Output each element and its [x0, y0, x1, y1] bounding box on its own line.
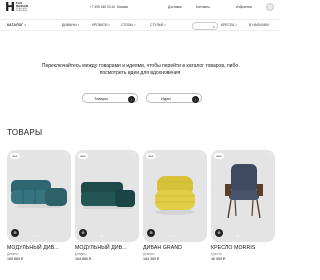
- products-toggle-button[interactable]: Товары ›: [82, 93, 138, 103]
- logo-mark: H: [5, 0, 16, 14]
- catalog-button[interactable]: КАТАЛОГ▾: [7, 23, 26, 27]
- chevron-down-icon: ▾: [108, 23, 110, 27]
- sofa-illustration: [75, 150, 139, 242]
- product-image[interactable]: new ♡ ⊕ ● ○ ○: [75, 150, 139, 242]
- carousel-dots[interactable]: ● ○ ○: [75, 234, 139, 238]
- product-name[interactable]: МОДУЛЬНЫЙ ДИВ...: [75, 245, 145, 251]
- new-badge: new: [10, 153, 20, 159]
- main-nav: КАТАЛОГ▾ ДИВАНЫ▾ КРОВАТИ▾ СТОЛЫ▾ СТУЛЬЯ▾…: [0, 19, 280, 31]
- nav-item-sofas[interactable]: ДИВАНЫ▾: [62, 23, 79, 27]
- armchair-illustration: [211, 150, 275, 242]
- sofa-illustration: [143, 150, 207, 242]
- product-card[interactable]: new ♡ ⊕ ● ○ ○ ДИВАН GRAND Диваны 184 350…: [143, 150, 207, 280]
- search-input[interactable]: ⌕: [192, 22, 218, 30]
- ideas-toggle-button[interactable]: Идеи ›: [146, 93, 202, 103]
- product-name[interactable]: КРЕСЛО MORRIS: [211, 245, 281, 251]
- product-price: 169 860 ₽: [7, 257, 24, 261]
- product-category: Диваны: [143, 252, 155, 256]
- chevron-down-icon: ▾: [24, 23, 26, 27]
- carousel-dots[interactable]: ● ○ ○: [7, 234, 71, 238]
- heart-icon[interactable]: ♡: [132, 152, 136, 158]
- product-price: 184 350 ₽: [143, 257, 160, 261]
- carousel-dots[interactable]: ● ○ ○: [143, 234, 207, 238]
- nav-item-armchairs[interactable]: КРЕСЛА▾: [221, 23, 237, 27]
- section-title: ТОВАРЫ: [7, 128, 43, 137]
- logo-text: FAS DESIGN MOBILIERE FRANCAISE: [16, 2, 28, 13]
- hero-text: Переключайтесь между товарами и идеями, …: [41, 63, 239, 76]
- product-image[interactable]: new ♡ ⊕ ● ○ ○: [7, 150, 71, 242]
- heart-icon[interactable]: ♡: [200, 152, 204, 158]
- logo-line2: MOBILIERE FRANCAISE: [16, 8, 28, 12]
- chevron-down-icon: ▾: [164, 23, 166, 27]
- nav-label: ДИВАНЫ: [62, 23, 77, 27]
- nav-label: КРОВАТИ: [92, 23, 108, 27]
- product-image[interactable]: new ♡ ⊕ ● ○ ○: [143, 150, 207, 242]
- new-badge: new: [146, 153, 156, 159]
- product-card[interactable]: new ♡ ⊕ ● ○ ○ МОДУЛЬНЫЙ ДИВ... Диваны 16…: [7, 150, 71, 280]
- catalog-label: КАТАЛОГ: [7, 23, 24, 27]
- heart-icon[interactable]: ♡: [64, 152, 68, 158]
- products-toggle-label: Товары: [94, 96, 108, 101]
- account-icon[interactable]: [266, 3, 274, 11]
- nav-label: КРЕСЛА: [221, 23, 235, 27]
- sofa-illustration: [7, 150, 71, 242]
- carousel-dots[interactable]: ● ○ ○: [211, 234, 275, 238]
- arrow-right-icon: ›: [192, 95, 199, 103]
- product-price: 46 990 ₽: [211, 257, 226, 261]
- top-bar: H FAS DESIGN MOBILIERE FRANCAISE +7 495 …: [0, 0, 280, 15]
- product-name[interactable]: МОДУЛЬНЫЙ ДИВ...: [7, 245, 77, 251]
- product-price: 164 880 ₽: [75, 257, 92, 261]
- arrow-right-icon: ›: [128, 95, 135, 103]
- nav-label: СТОЛЫ: [121, 23, 134, 27]
- product-card[interactable]: new ♡ ⊕ ● ○ ○ МОДУЛЬНЫЙ ДИВ... Диваны 16…: [75, 150, 139, 280]
- nav-item-chairs[interactable]: СТУЛЬЯ▾: [150, 23, 166, 27]
- product-name[interactable]: ДИВАН GRAND: [143, 245, 213, 251]
- product-image[interactable]: new ♡ ⊕ ● ○ ○: [211, 150, 275, 242]
- chevron-down-icon: ▾: [77, 23, 80, 27]
- nav-item-in-stock[interactable]: В НАЛИЧИИ: [249, 23, 269, 27]
- phone-link[interactable]: +7 495 185 33 44: [90, 5, 115, 9]
- nav-label: В НАЛИЧИИ: [249, 23, 269, 27]
- product-category: Диваны: [75, 252, 87, 256]
- nav-item-tables[interactable]: СТОЛЫ▾: [121, 23, 136, 27]
- favorites-link[interactable]: Избранное: [236, 5, 252, 9]
- nav-item-beds[interactable]: КРОВАТИ▾: [92, 23, 110, 27]
- product-category: Кресла: [211, 252, 222, 256]
- nav-label: СТУЛЬЯ: [150, 23, 164, 27]
- logo[interactable]: H FAS DESIGN MOBILIERE FRANCAISE: [5, 0, 28, 14]
- delivery-link[interactable]: Доставка: [168, 5, 182, 9]
- city-selector[interactable]: Москва: [117, 5, 128, 9]
- heart-icon[interactable]: ♡: [268, 152, 272, 158]
- product-category: Диваны: [7, 252, 19, 256]
- new-badge: new: [214, 153, 224, 159]
- search-icon: ⌕: [212, 23, 215, 29]
- new-badge: new: [78, 153, 88, 159]
- contacts-link[interactable]: Контакты: [196, 5, 210, 9]
- product-card[interactable]: new ♡ ⊕ ● ○ ○ КРЕСЛО MORRIS Кресла 46 99…: [211, 150, 275, 280]
- chevron-down-icon: ▾: [134, 23, 136, 27]
- ideas-toggle-label: Идеи: [161, 96, 171, 101]
- chevron-down-icon: ▾: [235, 23, 237, 27]
